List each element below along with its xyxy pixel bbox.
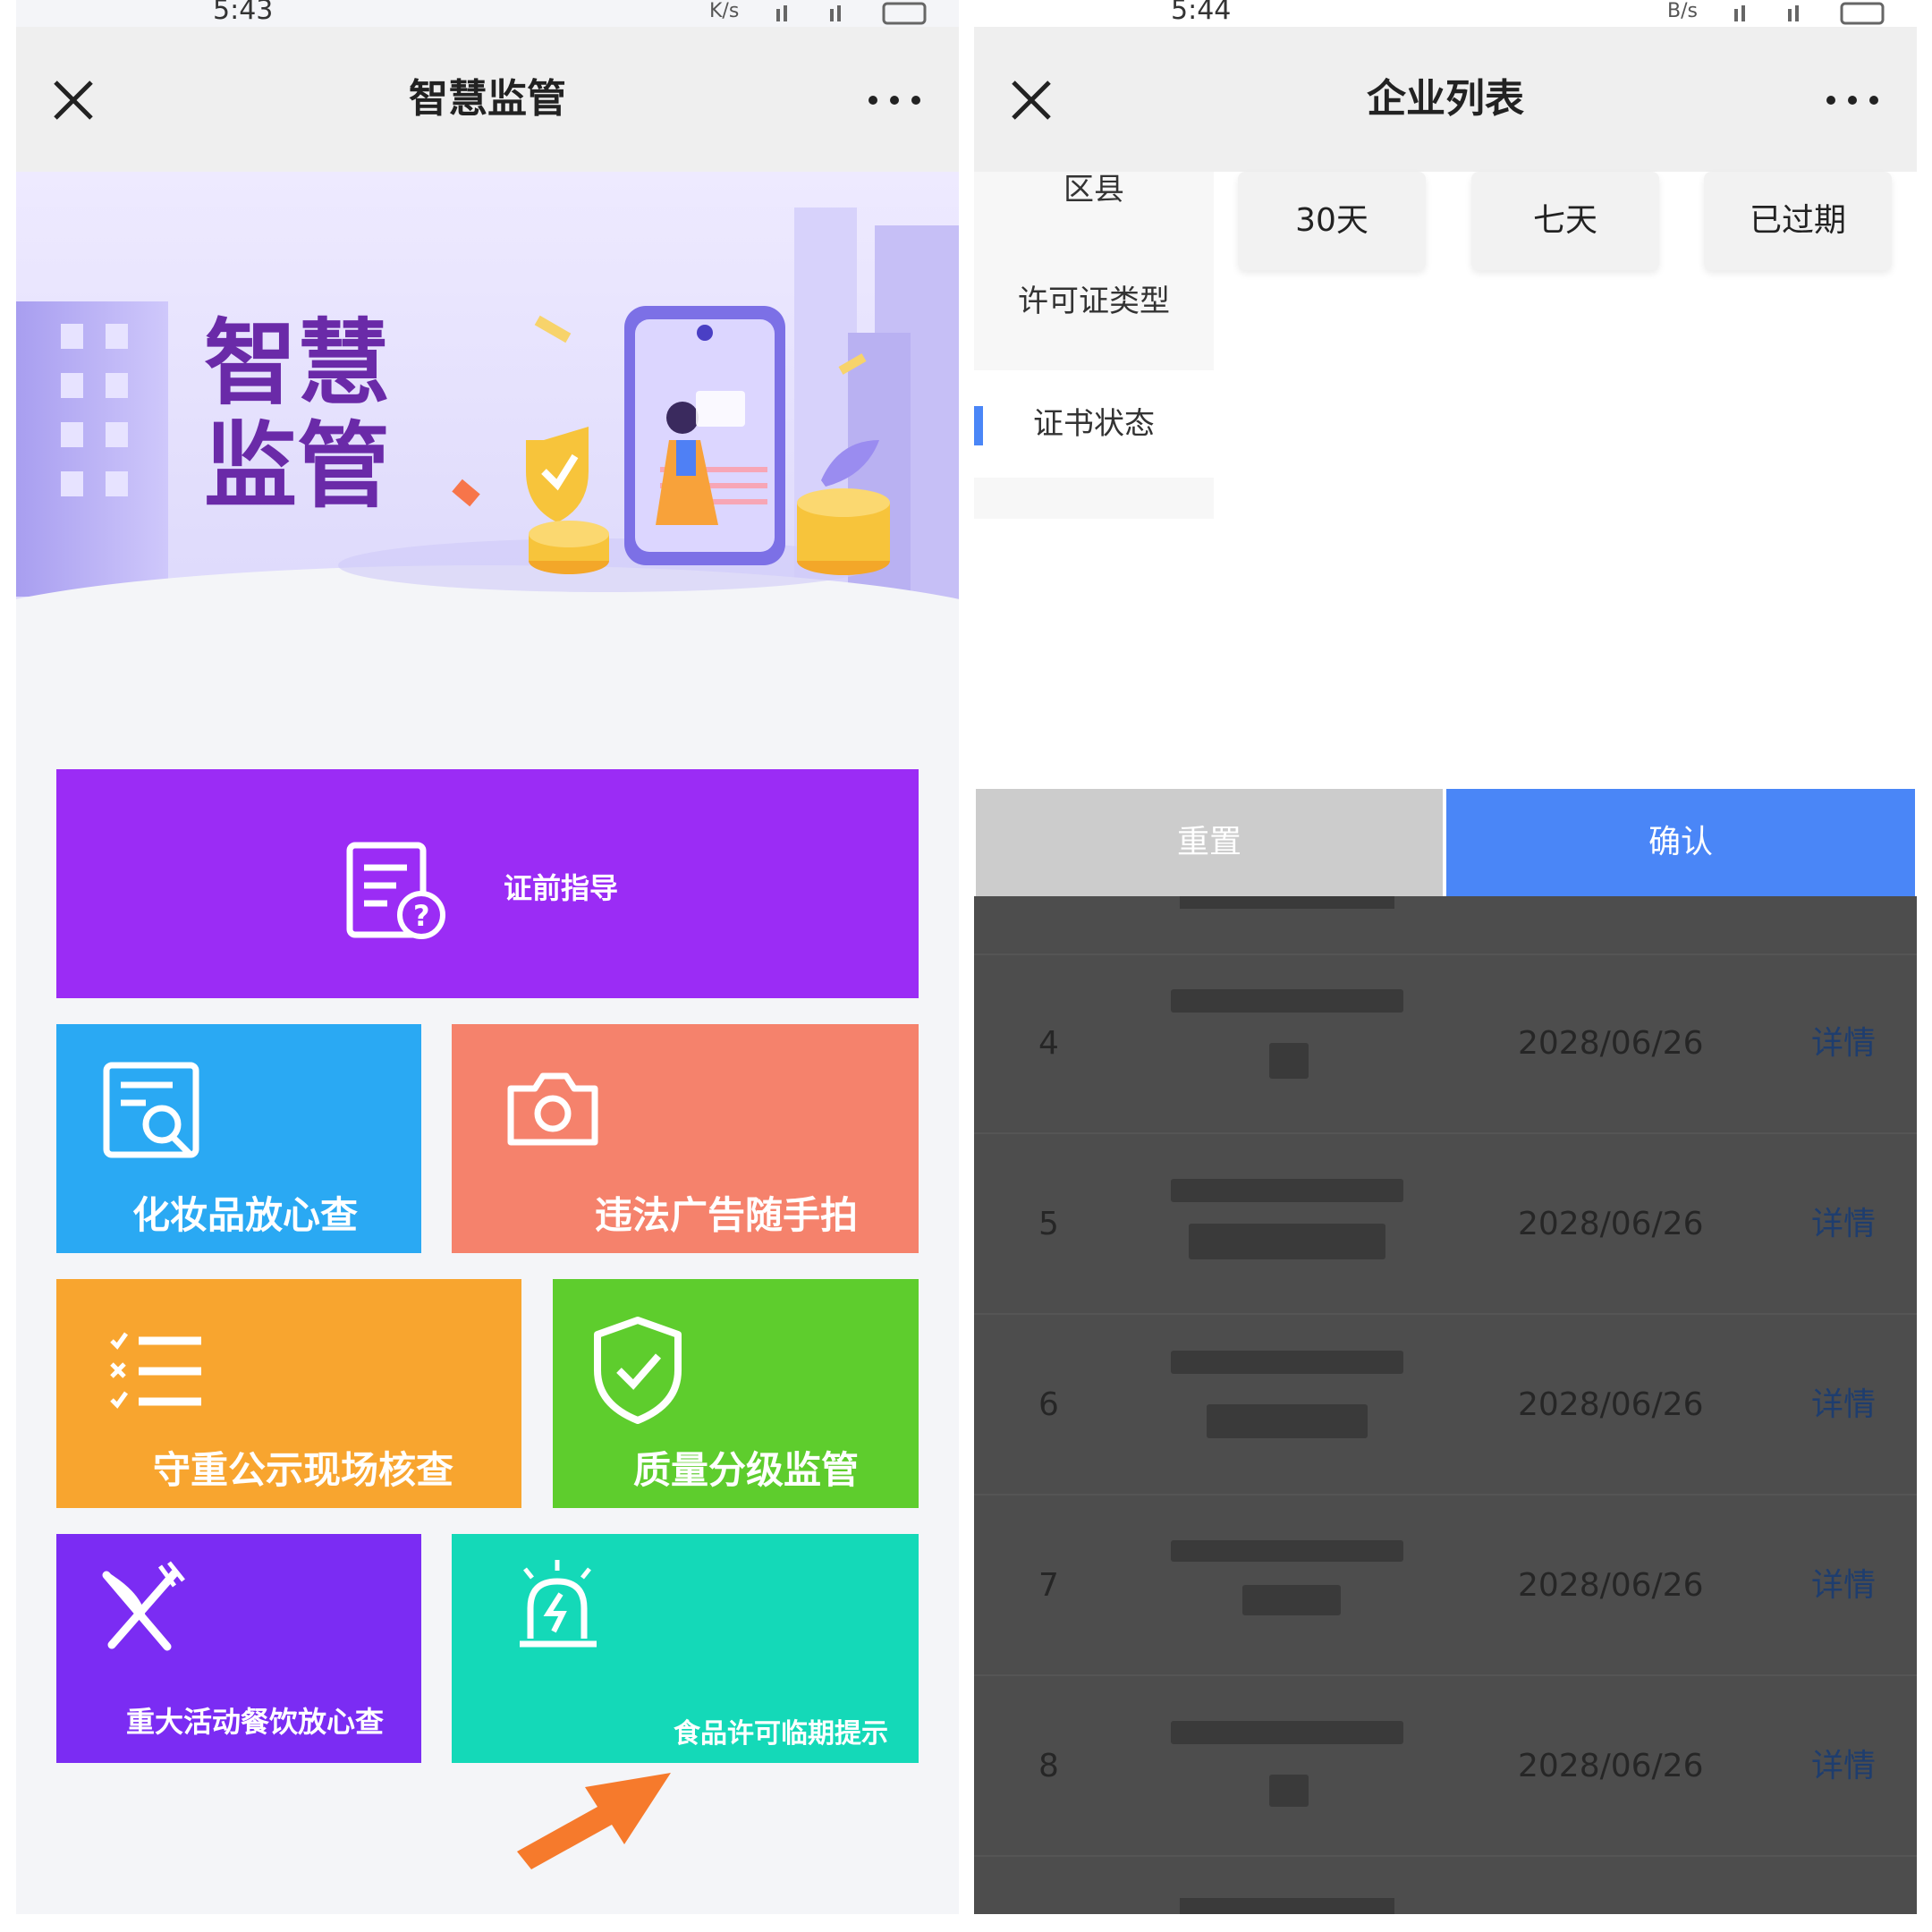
table-row[interactable]: 7 2028/06/26 详情	[974, 1496, 1917, 1676]
nav-bar: 企业列表	[974, 27, 1917, 172]
status-bar: 5:44 B/s	[974, 0, 1917, 27]
tile-onsite-verification[interactable]: 守重公示现场核查	[56, 1279, 521, 1508]
redacted-name	[1269, 1043, 1309, 1079]
reset-button[interactable]: 重置	[976, 789, 1443, 896]
row-date: 2028/06/26	[1518, 1025, 1704, 1062]
filter-category-license-type[interactable]: 许可证类型	[974, 252, 1214, 351]
option-7-days[interactable]: 七天	[1471, 172, 1659, 270]
signal-battery-icon	[1734, 2, 1885, 25]
left-phone-screen: 5:43 K/s 智慧监管 智慧 监管 ? 证前指导 化妆品放心查 违法广告随手…	[16, 0, 959, 1914]
row-index: 7	[1038, 1567, 1059, 1604]
filter-sidebar: 区县 许可证类型 证书状态	[974, 172, 1214, 519]
redacted-name	[1171, 1540, 1403, 1562]
tile-pre-license-guidance[interactable]: ? 证前指导	[56, 769, 919, 998]
fork-knife-icon	[102, 1561, 185, 1651]
shield-check-icon	[594, 1317, 682, 1424]
tile-major-event-catering[interactable]: 重大活动餐饮放心查	[56, 1534, 421, 1763]
redacted-name	[1171, 1179, 1403, 1202]
detail-link[interactable]: 详情	[1811, 1315, 1876, 1496]
table-row[interactable]: 6 2028/06/26 详情	[974, 1315, 1917, 1496]
search-document-icon	[103, 1062, 199, 1158]
row-index: 5	[1038, 1206, 1059, 1242]
svg-text:?: ?	[413, 899, 430, 933]
banner-title-line1: 智慧	[204, 309, 390, 418]
tile-label: 化妆品放心查	[132, 1193, 359, 1237]
arrow-annotation-icon	[517, 1773, 671, 1869]
more-icon[interactable]	[1824, 91, 1881, 109]
status-network-speed: B/s	[1667, 0, 1698, 22]
page-title: 企业列表	[1367, 76, 1524, 122]
list-overlay-mask[interactable]: 4 2028/06/26 详情 5 2028/06/26 详情 6 2028/0…	[974, 896, 1917, 1914]
hero-banner: 智慧 监管	[16, 172, 959, 708]
partial-row	[974, 896, 1917, 955]
page-title: 智慧监管	[409, 76, 566, 122]
tile-food-license-expiry[interactable]: 食品许可临期提示	[452, 1534, 919, 1763]
banner-title-line2: 监管	[204, 411, 390, 521]
redacted-name	[1189, 1224, 1385, 1259]
nav-bar: 智慧监管	[16, 27, 959, 172]
checklist-icon	[110, 1332, 201, 1409]
detail-link[interactable]: 详情	[1811, 1134, 1876, 1315]
redacted-name	[1269, 1775, 1309, 1807]
camera-icon	[507, 1072, 598, 1146]
status-network-speed: K/s	[709, 0, 740, 22]
tile-illegal-ad-photo[interactable]: 违法广告随手拍	[452, 1024, 919, 1253]
tile-label: 质量分级监管	[633, 1448, 860, 1492]
detail-link[interactable]: 详情	[1811, 1496, 1876, 1676]
filter-category-label: 证书状态	[1033, 406, 1155, 442]
option-expired[interactable]: 已过期	[1704, 172, 1892, 270]
redacted-name	[1171, 1351, 1403, 1374]
status-bar: 5:43 K/s	[16, 0, 959, 27]
row-date: 2028/06/26	[1518, 1206, 1704, 1242]
table-row[interactable]: 5 2028/06/26 详情	[974, 1134, 1917, 1315]
row-date: 2028/06/26	[1518, 1748, 1704, 1784]
status-time: 5:44	[1171, 0, 1232, 26]
row-index: 8	[1038, 1748, 1059, 1784]
confirm-button[interactable]: 确认	[1446, 789, 1915, 896]
document-question-icon: ?	[346, 842, 445, 939]
status-time: 5:43	[213, 0, 274, 26]
tile-quality-grading[interactable]: 质量分级监管	[553, 1279, 919, 1508]
right-phone-screen: 5:44 B/s 企业列表 区县 许可证类型 证书状态 30天 七天 已过期 重…	[974, 0, 1917, 1914]
table-row[interactable]: 8 2028/06/26 详情	[974, 1676, 1917, 1857]
more-icon[interactable]	[866, 91, 923, 109]
row-index: 4	[1038, 1025, 1059, 1062]
redacted-name	[1207, 1404, 1368, 1438]
active-indicator	[974, 406, 983, 445]
tile-label: 证前指导	[504, 871, 619, 905]
redacted-name	[1242, 1585, 1341, 1615]
signal-battery-icon	[776, 2, 927, 25]
row-date: 2028/06/26	[1518, 1567, 1704, 1604]
table-row[interactable]: 4 2028/06/26 详情	[974, 953, 1917, 1134]
filter-category-cert-status[interactable]: 证书状态	[974, 370, 1214, 478]
tile-cosmetics-check[interactable]: 化妆品放心查	[56, 1024, 421, 1253]
alarm-light-icon	[520, 1560, 597, 1648]
tile-label: 重大活动餐饮放心查	[126, 1705, 385, 1739]
partial-row	[974, 1857, 1917, 1914]
tile-label: 违法广告随手拍	[595, 1193, 859, 1237]
detail-link[interactable]: 详情	[1811, 953, 1876, 1134]
redacted-name	[1171, 989, 1403, 1013]
banner-illustration: 智慧 监管	[16, 172, 959, 708]
tile-label: 守重公示现场核查	[153, 1448, 454, 1492]
detail-link[interactable]: 详情	[1811, 1676, 1876, 1857]
filter-category-district[interactable]: 区县	[974, 172, 1214, 225]
tile-label: 食品许可临期提示	[674, 1718, 888, 1750]
row-index: 6	[1038, 1386, 1059, 1423]
redacted-name	[1171, 1721, 1403, 1744]
option-30-days[interactable]: 30天	[1238, 172, 1426, 270]
row-date: 2028/06/26	[1518, 1386, 1704, 1423]
